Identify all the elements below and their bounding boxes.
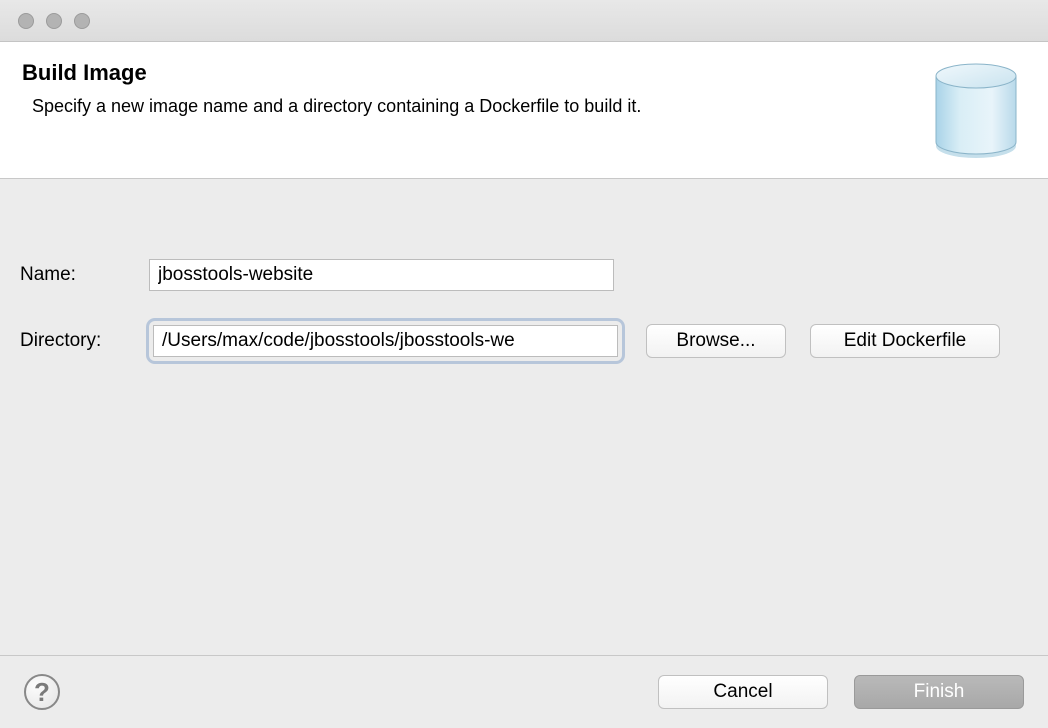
page-title: Build Image	[22, 60, 926, 86]
titlebar	[0, 0, 1048, 42]
directory-input[interactable]	[153, 325, 618, 357]
directory-input-focus-ring	[149, 321, 622, 361]
footer-buttons: Cancel Finish	[658, 675, 1024, 709]
directory-label: Directory:	[20, 330, 125, 352]
name-input[interactable]	[149, 259, 614, 291]
minimize-window-icon[interactable]	[46, 13, 62, 29]
cancel-button[interactable]: Cancel	[658, 675, 828, 709]
browse-button[interactable]: Browse...	[646, 324, 786, 358]
footer-panel: ? Cancel Finish	[0, 655, 1048, 728]
header-panel: Build Image Specify a new image name and…	[0, 42, 1048, 179]
page-subtitle: Specify a new image name and a directory…	[22, 96, 926, 117]
name-label: Name:	[20, 264, 125, 286]
close-window-icon[interactable]	[18, 13, 34, 29]
header-text: Build Image Specify a new image name and…	[22, 60, 926, 117]
edit-dockerfile-button[interactable]: Edit Dockerfile	[810, 324, 1000, 358]
zoom-window-icon[interactable]	[74, 13, 90, 29]
directory-row: Directory: Browse... Edit Dockerfile	[20, 321, 1028, 361]
content-panel: Name: Directory: Browse... Edit Dockerfi…	[0, 179, 1048, 655]
finish-button[interactable]: Finish	[854, 675, 1024, 709]
name-row: Name:	[20, 259, 1028, 291]
help-icon[interactable]: ?	[24, 674, 60, 710]
database-icon	[926, 60, 1026, 160]
